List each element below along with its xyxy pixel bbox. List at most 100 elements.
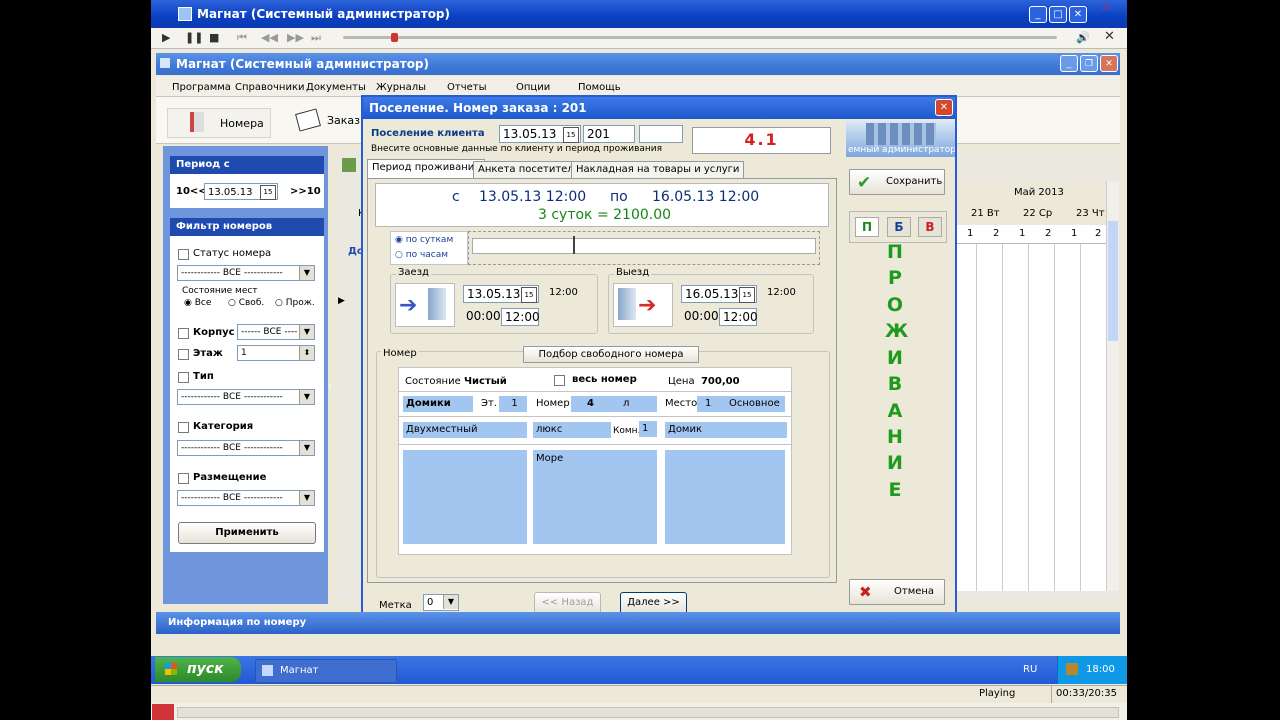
- forward-icon[interactable]: ▶▶: [287, 31, 304, 44]
- rewind-icon[interactable]: ◀◀: [261, 31, 278, 44]
- close-button[interactable]: ✕: [1069, 6, 1087, 23]
- vertical-letter: Р: [888, 267, 902, 289]
- next-button[interactable]: Далее >>: [620, 592, 687, 614]
- placement-label: Размещение: [193, 472, 267, 483]
- maximize-button[interactable]: □: [1049, 6, 1067, 23]
- checkout-time-field-1[interactable]: 00:00: [681, 308, 719, 326]
- tab-visitor-form[interactable]: Анкета посетителя: [473, 161, 585, 179]
- checkout-time-field-2[interactable]: 12:00: [719, 308, 758, 326]
- placement-checkbox[interactable]: [178, 473, 189, 484]
- dialog-close-button[interactable]: ✕: [935, 99, 953, 116]
- language-indicator[interactable]: RU: [1023, 664, 1037, 675]
- tray-icon[interactable]: [1066, 663, 1078, 675]
- tab-invoice[interactable]: Накладная на товары и услуги: [571, 161, 745, 179]
- calendar-icon[interactable]: 15: [260, 185, 276, 200]
- grid-scroll-thumb[interactable]: [1108, 221, 1118, 341]
- floor-stepper[interactable]: 1 ⬍: [237, 345, 315, 361]
- category-select[interactable]: ------------ ВСЕ ------------ ▼: [177, 440, 315, 456]
- period-date-field[interactable]: 13.05.13 15: [204, 183, 278, 200]
- filter-header: Фильтр номеров: [170, 218, 324, 236]
- extra-field[interactable]: [639, 125, 683, 143]
- save-button[interactable]: ✔ Сохранить: [849, 169, 945, 195]
- korpus-checkbox[interactable]: [178, 328, 189, 339]
- app-minimize-button[interactable]: _: [1060, 55, 1078, 72]
- chevron-down-icon: ▼: [299, 491, 314, 505]
- calendar-icon[interactable]: 15: [563, 127, 579, 143]
- whole-room-checkbox[interactable]: [554, 375, 565, 386]
- period-header: Период с: [170, 156, 324, 174]
- tab-period[interactable]: Период проживания: [367, 159, 486, 179]
- korpus-select[interactable]: ------ ВСЕ ---- ▼: [237, 324, 315, 340]
- period-next[interactable]: >>10: [290, 186, 321, 197]
- seats-radio-occupied[interactable]: ○ Прож.: [275, 298, 315, 308]
- menu-reports[interactable]: Отчеты: [447, 82, 486, 93]
- bottom-scroll-track[interactable]: [177, 707, 1119, 718]
- korpus-value: ------ ВСЕ ----: [241, 327, 298, 337]
- room-type-field: Двухместный: [403, 422, 527, 438]
- by-days-radio[interactable]: ◉ по суткам: [395, 235, 453, 245]
- checkin-date-field[interactable]: 13.05.13 15: [463, 285, 539, 303]
- seek-thumb[interactable]: [391, 33, 398, 42]
- order-number-field[interactable]: 201: [583, 125, 635, 143]
- grid-scrollbar[interactable]: [1106, 181, 1119, 591]
- menu-options[interactable]: Опции: [516, 82, 550, 93]
- play-icon[interactable]: ▶: [162, 31, 170, 44]
- orders-button[interactable]: Заказы: [291, 108, 369, 136]
- collapse-handle[interactable]: ‹: [328, 381, 332, 392]
- checkin-time-field-1[interactable]: 00:00: [463, 308, 501, 326]
- status-divider: [1051, 686, 1052, 703]
- category-checkbox[interactable]: [178, 422, 189, 433]
- by-hours-radio[interactable]: ○ по часам: [395, 250, 448, 260]
- calendar-icon[interactable]: 15: [739, 287, 755, 303]
- taskbar-item-magnat[interactable]: Магнат: [255, 659, 397, 683]
- dialog-titlebar: Поселение. Номер заказа : 201 ✕: [363, 97, 955, 119]
- volume-icon[interactable]: 🔊: [1076, 31, 1090, 44]
- checkin-time-field-2[interactable]: 12:00: [501, 308, 540, 326]
- spin-icon[interactable]: ⬍: [299, 346, 314, 360]
- menu-journals[interactable]: Журналы: [376, 82, 426, 93]
- client-date-field[interactable]: 13.05.13 15: [499, 125, 581, 143]
- checkout-date-field[interactable]: 16.05.13 15: [681, 285, 757, 303]
- apply-button[interactable]: Применить: [178, 522, 316, 544]
- skip-end-icon[interactable]: ⏭: [311, 31, 321, 45]
- seek-bar[interactable]: [343, 36, 1057, 39]
- status-checkbox[interactable]: [178, 249, 189, 260]
- slider-thumb[interactable]: [573, 236, 575, 254]
- mode-v-button[interactable]: В: [918, 217, 942, 237]
- app-restore-button[interactable]: ❐: [1080, 55, 1098, 72]
- start-button[interactable]: пуск: [155, 657, 241, 682]
- mode-p-button[interactable]: П: [855, 217, 879, 237]
- pick-room-button[interactable]: Подбор свободного номера: [523, 346, 699, 363]
- pause-icon[interactable]: ❚❚: [185, 31, 203, 44]
- back-button[interactable]: << Назад: [534, 592, 601, 614]
- mark-select[interactable]: 0 ▼: [423, 594, 459, 611]
- minimize-button[interactable]: _: [1029, 6, 1047, 23]
- seats-radio-free[interactable]: ○ Своб.: [228, 298, 264, 308]
- category-value: ------------ ВСЕ ------------: [181, 443, 283, 453]
- calendar-icon[interactable]: 15: [521, 287, 537, 303]
- menu-documents[interactable]: Документы: [306, 82, 366, 93]
- vertical-letter: О: [886, 294, 904, 316]
- menu-program[interactable]: Программа: [172, 82, 231, 93]
- player-close-icon[interactable]: ✕: [1104, 29, 1115, 44]
- cancel-button[interactable]: ✖ Отмена: [849, 579, 945, 605]
- info-bar-title: Информация по номеру: [168, 617, 307, 628]
- type-select[interactable]: ------------ ВСЕ ------------ ▼: [177, 389, 315, 405]
- seats-radio-all[interactable]: ◉ Все: [184, 298, 211, 308]
- period-slider[interactable]: [468, 231, 820, 265]
- seats-label: Состояние мест: [182, 286, 258, 296]
- menu-help[interactable]: Помощь: [578, 82, 621, 93]
- grid-month: Май 2013: [1014, 187, 1064, 198]
- placement-select[interactable]: ------------ ВСЕ ------------ ▼: [177, 490, 315, 506]
- mode-b-button[interactable]: Б: [887, 217, 911, 237]
- skip-start-icon[interactable]: ⏮: [237, 31, 247, 45]
- stop-icon[interactable]: ■: [209, 31, 219, 44]
- status-select[interactable]: ------------ ВСЕ ------------ ▼: [177, 265, 315, 281]
- rooms-button[interactable]: Номера: [167, 108, 271, 138]
- type-checkbox[interactable]: [178, 372, 189, 383]
- mode-switch: П Б В: [849, 211, 947, 243]
- period-prev[interactable]: 10<<: [176, 186, 207, 197]
- menu-references[interactable]: Справочники: [235, 82, 305, 93]
- app-close-button[interactable]: ✕: [1100, 55, 1118, 72]
- floor-checkbox[interactable]: [178, 349, 189, 360]
